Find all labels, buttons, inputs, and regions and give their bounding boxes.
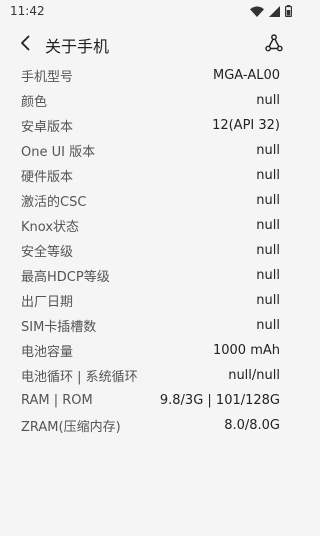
info-row-ram-rom: RAM | ROM 9.8/3G | 101/128G [0, 388, 300, 413]
back-arrow-icon [19, 35, 31, 55]
info-label: Knox状态 [21, 220, 80, 235]
info-value: 1000 mAh [212, 343, 280, 358]
info-label: 出厂日期 [21, 295, 74, 310]
info-value: null/null [228, 368, 280, 383]
info-label: ZRAM(压缩内存) [21, 420, 121, 435]
info-label: SIM卡插槽数 [21, 320, 97, 335]
info-label: 安卓版本 [21, 120, 74, 135]
info-value: null [256, 168, 280, 183]
info-row-hdcp-level: 最高HDCP等级 null [0, 263, 300, 288]
info-value: 8.0/8.0G [224, 418, 280, 433]
info-label: 最高HDCP等级 [21, 270, 110, 285]
info-label: 安全等级 [21, 245, 74, 260]
signal-icon [269, 5, 280, 17]
back-button[interactable] [11, 31, 39, 59]
phone-info-list: 手机型号 MGA-AL00 颜色 null 安卓版本 12(API 32) On… [0, 63, 300, 438]
info-label: 电池容量 [21, 345, 74, 360]
status-bar: 11:42 [0, 0, 300, 22]
info-row-knox-status: Knox状态 null [0, 213, 300, 238]
battery-icon [285, 5, 292, 17]
page-title: 关于手机 [45, 37, 110, 56]
status-icons [250, 5, 292, 17]
info-label: RAM | ROM [21, 393, 93, 408]
info-value: null [256, 143, 280, 158]
info-value: 9.8/3G | 101/128G [159, 393, 280, 408]
info-label: 电池循环 | 系统循环 [21, 370, 138, 385]
info-value: null [256, 293, 280, 308]
info-value: null [256, 93, 280, 108]
wifi-icon [250, 6, 264, 17]
info-row-model: 手机型号 MGA-AL00 [0, 63, 300, 88]
info-row-battery-cycles: 电池循环 | 系统循环 null/null [0, 363, 300, 388]
info-row-android-version: 安卓版本 12(API 32) [0, 113, 300, 138]
info-row-manufacture-date: 出厂日期 null [0, 288, 300, 313]
info-label: 硬件版本 [21, 170, 74, 185]
status-time: 11:42 [10, 4, 45, 18]
info-label: 颜色 [21, 95, 48, 110]
info-value: 12(API 32) [212, 118, 280, 133]
info-value: null [256, 268, 280, 283]
info-label: 激活的CSC [21, 195, 87, 210]
info-row-zram: ZRAM(压缩内存) 8.0/8.0G [0, 413, 300, 438]
info-label: One UI 版本 [21, 145, 96, 160]
info-row-oneui-version: One UI 版本 null [0, 138, 300, 163]
info-row-csc: 激活的CSC null [0, 188, 300, 213]
info-value: MGA-AL00 [213, 68, 280, 83]
info-value: null [256, 193, 280, 208]
info-row-security-level: 安全等级 null [0, 238, 300, 263]
info-row-sim-slots: SIM卡插槽数 null [0, 313, 300, 338]
info-value: null [256, 218, 280, 233]
app-bar: 关于手机 [0, 26, 300, 64]
share-icon [265, 34, 283, 56]
info-row-hardware-version: 硬件版本 null [0, 163, 300, 188]
info-row-battery-capacity: 电池容量 1000 mAh [0, 338, 300, 363]
info-row-color: 颜色 null [0, 88, 300, 113]
info-label: 手机型号 [21, 70, 74, 85]
share-button[interactable] [261, 32, 287, 58]
info-value: null [256, 318, 280, 333]
info-value: null [256, 243, 280, 258]
